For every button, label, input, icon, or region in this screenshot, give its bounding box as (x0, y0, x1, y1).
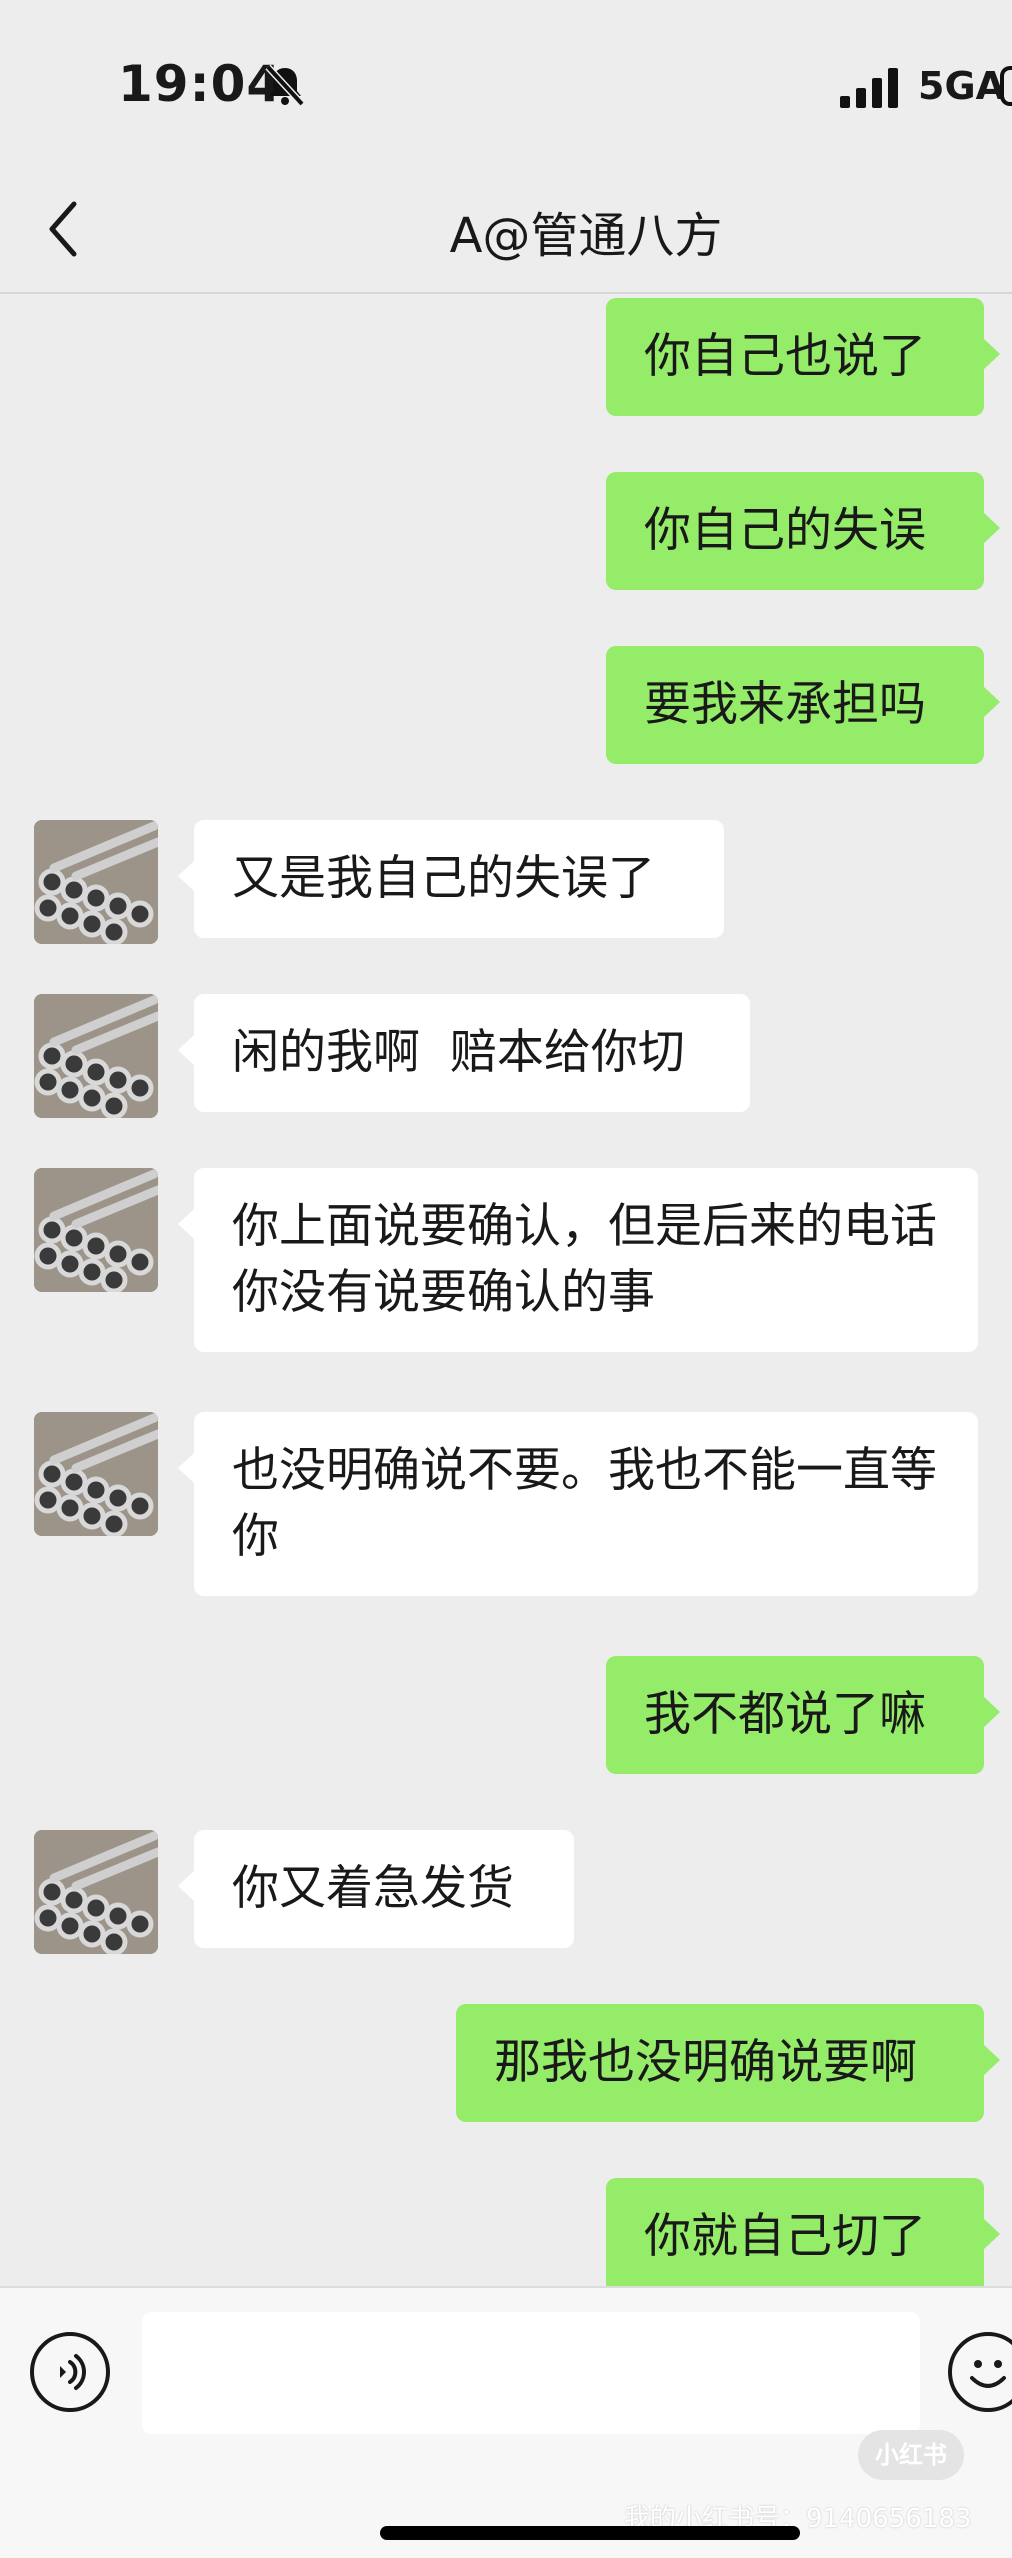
chat-input-bar: 小红书 我的小红书号：9140656183 (0, 2286, 1012, 2558)
battery-icon (1000, 66, 1012, 106)
message-bubble-outgoing[interactable]: 你自己的失误 (606, 472, 1000, 590)
avatar[interactable] (34, 1168, 158, 1292)
steel-pipes-avatar-image (34, 1830, 158, 1954)
message-bubble-outgoing[interactable]: 那我也没明确说要啊 (456, 2004, 1000, 2122)
steel-pipes-avatar-image (34, 820, 158, 944)
voice-icon[interactable] (30, 2332, 110, 2412)
message-list[interactable]: 你自己也说了 你自己的失误 要我来承担吗 又是我自己的失误了 闲的我啊 赔本给你… (0, 294, 1012, 2286)
chat-header: A@管通八方 (0, 170, 1012, 294)
bell-muted-icon (265, 64, 305, 107)
message-bubble-incoming[interactable]: 又是我自己的失误了 (178, 820, 724, 938)
avatar[interactable] (34, 1412, 158, 1536)
message-bubble-incoming[interactable]: 你上面说要确认，但是后来的电话你没有说要确认的事 (178, 1168, 978, 1352)
smiley-glyph (970, 2360, 1006, 2388)
chat-title-text: A@管通八方 (449, 208, 723, 264)
message-bubble-incoming[interactable]: 也没明确说不要。我也不能一直等你 (178, 1412, 978, 1596)
home-indicator[interactable] (380, 2526, 800, 2540)
steel-pipes-avatar-image (34, 1168, 158, 1292)
avatar[interactable] (34, 1830, 158, 1954)
chat-title: A@管通八方 (0, 196, 1012, 266)
status-time: 19:04 (118, 55, 283, 113)
message-bubble-incoming[interactable]: 闲的我啊 赔本给你切 (178, 994, 750, 1112)
steel-pipes-avatar-image (34, 1412, 158, 1536)
message-bubble-outgoing[interactable]: 你就自己切了 (606, 2178, 1000, 2286)
message-bubble-outgoing[interactable]: 你自己也说了 (606, 298, 1000, 416)
message-bubble-outgoing[interactable]: 我不都说了嘛 (606, 1656, 1000, 1774)
message-bubble-outgoing[interactable]: 要我来承担吗 (606, 646, 1000, 764)
voice-waves-glyph (60, 2354, 86, 2390)
signal-bars-icon (840, 68, 898, 108)
emoji-icon[interactable] (948, 2332, 1012, 2412)
network-type: 5GA (918, 64, 1006, 108)
avatar[interactable] (34, 820, 158, 944)
message-bubble-incoming[interactable]: 你又着急发货 (178, 1830, 574, 1948)
message-input[interactable] (142, 2312, 920, 2434)
avatar[interactable] (34, 994, 158, 1118)
steel-pipes-avatar-image (34, 994, 158, 1118)
watermark-badge: 小红书 (858, 2430, 964, 2480)
status-bar: 19:04 5GA (0, 0, 1012, 170)
